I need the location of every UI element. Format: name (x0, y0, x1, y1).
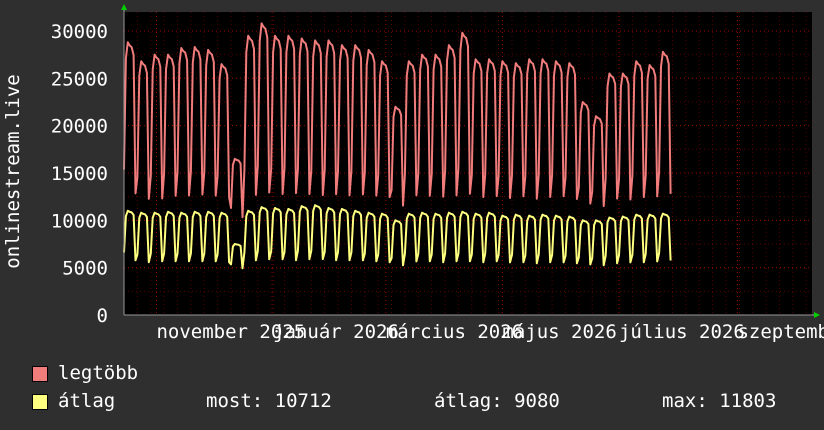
x-tick-labels: november 2025január 2026március 2026máju… (156, 321, 824, 343)
y-tick-label: 15000 (51, 163, 108, 185)
y-tick-label: 25000 (51, 68, 108, 90)
y-tick-label: 5000 (62, 258, 108, 280)
y-tick-label: 10000 (51, 210, 108, 232)
y-tick-label: 30000 (51, 21, 108, 43)
y-tick-labels: 0 5000 10000 15000 20000 25000 30000 (51, 21, 108, 327)
x-tick-label: július 2026 (619, 321, 745, 343)
legend-label-max: legtöbb (58, 362, 139, 384)
x-tick-label: január 2026 (273, 321, 399, 343)
x-axis-arrow (814, 312, 820, 318)
y-tick-label: 20000 (51, 116, 108, 138)
stat-average: átlag: 9080 (434, 390, 560, 412)
y-tick-label: 0 (97, 305, 108, 327)
stat-max: max: 11803 (662, 390, 777, 412)
legend-label-avg: átlag (58, 390, 116, 412)
stat-now: most: 10712 (206, 390, 332, 412)
x-tick-label: szeptember 2026 (737, 321, 824, 343)
legend-swatch-avg (32, 394, 48, 410)
x-tick-label: május 2026 (502, 321, 616, 343)
y-axis-label: onlinestream.live (2, 74, 24, 268)
y-axis-arrow (121, 4, 127, 10)
legend-swatch-max (32, 366, 48, 382)
